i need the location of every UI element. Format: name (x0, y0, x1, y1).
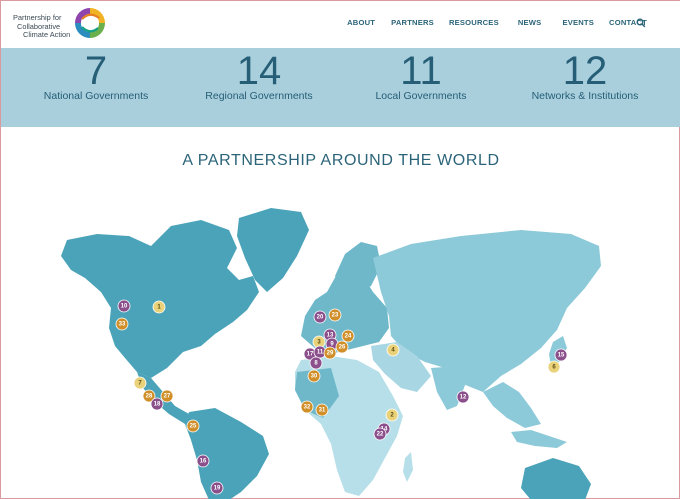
map-marker-33[interactable]: 33 (115, 317, 129, 331)
stat-value: 7 (84, 49, 108, 93)
map-marker-29[interactable]: 29 (323, 346, 337, 360)
nav-about[interactable]: ABOUT (347, 18, 375, 27)
map-marker-label: 22 (377, 431, 384, 437)
nav-resources[interactable]: RESOURCES (449, 18, 499, 27)
map-region-scandinavia[interactable] (335, 242, 381, 292)
map-marker-25[interactable]: 25 (186, 419, 200, 433)
map-marker-4[interactable]: 4 (386, 343, 400, 357)
stat-label: Regional Governments (205, 90, 313, 102)
map-marker-27[interactable]: 27 (160, 389, 174, 403)
map-marker-2[interactable]: 2 (385, 408, 399, 422)
map-marker-label: 26 (339, 344, 346, 350)
stats-band: 7 National Governments 14 Regional Gover… (1, 48, 680, 127)
map-marker-label: 29 (327, 350, 334, 356)
map-marker-label: 16 (200, 458, 207, 464)
map-marker-label: 27 (164, 393, 171, 399)
map-marker-label: 10 (121, 303, 128, 309)
map-region-australia[interactable] (521, 458, 591, 499)
stat-label: Local Governments (375, 90, 467, 102)
map-marker-22[interactable]: 22 (373, 427, 387, 441)
nav-events[interactable]: EVENTS (562, 18, 594, 27)
main-nav: ABOUT PARTNERS RESOURCES NEWS EVENTS CON… (347, 18, 647, 27)
map-marker-16[interactable]: 16 (196, 454, 210, 468)
map-marker-label: 28 (146, 393, 153, 399)
map-marker-label: 15 (558, 352, 565, 358)
map-marker-7[interactable]: 7 (133, 376, 147, 390)
map-region-north-america[interactable] (61, 220, 259, 378)
map-marker-6[interactable]: 6 (547, 360, 561, 374)
map-marker-10[interactable]: 10 (117, 299, 131, 313)
map-marker-18[interactable]: 18 (150, 397, 164, 411)
map-marker-label: 32 (304, 404, 311, 410)
section-title: A PARTNERSHIP AROUND THE WORLD (182, 152, 500, 169)
stat-value: 11 (400, 49, 442, 93)
stat-local: 11 Local Governments (363, 48, 479, 102)
map-region-southeast-asia[interactable] (483, 382, 541, 428)
map-marker-label: 24 (345, 333, 352, 339)
map-marker-32[interactable]: 32 (300, 400, 314, 414)
stat-label: Networks & Institutions (531, 90, 639, 102)
map-marker-23[interactable]: 23 (328, 308, 342, 322)
map-region-madagascar[interactable] (403, 452, 413, 482)
map-marker-label: 20 (317, 314, 324, 320)
map-region-india[interactable] (431, 366, 467, 410)
site-logo[interactable]: Partnership for Collaborative Climate Ac… (13, 5, 113, 41)
stat-regional: 14 Regional Governments (197, 48, 321, 102)
map-marker-24[interactable]: 24 (341, 329, 355, 343)
nav-partners[interactable]: PARTNERS (391, 18, 434, 27)
map-marker-label: 23 (332, 312, 339, 318)
map-marker-label: 17 (307, 351, 314, 357)
map-marker-label: 11 (317, 349, 324, 355)
world-map: 10 133728 271825161920 2313 243 9 2617 11 298430… (61, 208, 601, 499)
map-marker-label: 18 (154, 401, 161, 407)
map-marker-26[interactable]: 26 (335, 340, 349, 354)
map-marker-label: 13 (327, 332, 334, 338)
map-marker-label: 33 (119, 321, 126, 327)
map-marker-20[interactable]: 20 (313, 310, 327, 324)
map-marker-label: 31 (319, 407, 326, 413)
stat-value: 12 (562, 49, 608, 93)
map-marker-label: 25 (190, 423, 197, 429)
search-icon[interactable] (636, 18, 646, 28)
map-marker-8[interactable]: 8 (309, 356, 323, 370)
map-marker-19[interactable]: 19 (210, 481, 224, 495)
map-marker-1[interactable]: 1 (152, 300, 166, 314)
map-marker-label: 19 (214, 485, 221, 491)
logo-mark-icon (75, 8, 105, 38)
stat-label: National Governments (43, 90, 149, 102)
map-region-indonesia[interactable] (511, 430, 567, 448)
stat-value: 14 (236, 49, 282, 93)
map-marker-15[interactable]: 15 (554, 348, 568, 362)
site-header: Partnership for Collaborative Climate Ac… (1, 1, 680, 48)
map-marker-31[interactable]: 31 (315, 403, 329, 417)
nav-news[interactable]: NEWS (518, 18, 542, 27)
map-marker-label: 30 (311, 373, 318, 379)
map-marker-30[interactable]: 30 (307, 369, 321, 383)
map-marker-12[interactable]: 12 (456, 390, 470, 404)
stat-networks: 12 Networks & Institutions (521, 48, 649, 102)
map-marker-label: 12 (460, 394, 467, 400)
stat-national: 7 National Governments (35, 48, 157, 102)
